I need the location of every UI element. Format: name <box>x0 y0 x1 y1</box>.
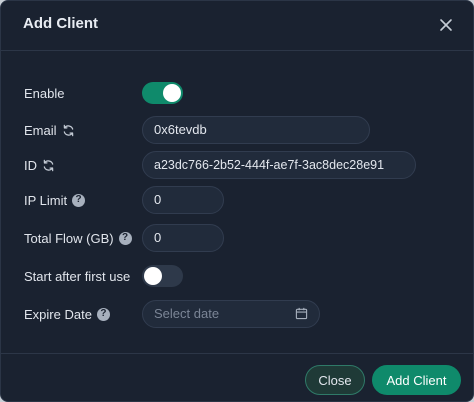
start-after-first-use-label: Start after first use <box>24 266 130 286</box>
calendar-icon <box>295 307 308 320</box>
ip-limit-label-text: IP Limit <box>24 192 68 208</box>
ip-limit-label: IP Limit ? <box>24 190 86 210</box>
expire-date-label: Expire Date ? <box>24 304 110 324</box>
ip-limit-input[interactable]: 0 <box>142 186 224 214</box>
id-label-text: ID <box>24 157 37 173</box>
close-button[interactable]: Close <box>305 365 365 395</box>
question-circle-icon[interactable]: ? <box>72 193 86 207</box>
sync-icon[interactable] <box>62 124 75 137</box>
expire-date-placeholder: Select date <box>154 306 220 321</box>
total-flow-label: Total Flow (GB) ? <box>24 228 132 248</box>
total-flow-label-text: Total Flow (GB) <box>24 230 114 246</box>
start-after-first-use-label-text: Start after first use <box>24 268 131 284</box>
total-flow-input[interactable]: 0 <box>142 224 224 252</box>
expire-date-label-text: Expire Date <box>24 306 92 322</box>
toggle-knob <box>163 84 181 102</box>
question-circle-icon[interactable]: ? <box>118 231 132 245</box>
close-icon[interactable] <box>435 14 457 36</box>
enable-toggle[interactable] <box>142 82 183 104</box>
dialog-header: Add Client <box>1 1 473 51</box>
question-circle-icon[interactable]: ? <box>96 307 110 321</box>
add-client-dialog: Add Client Enable Email 0x6tevdb ID a23d <box>0 0 474 402</box>
id-input[interactable]: a23dc766-2b52-444f-ae7f-3ac8dec28e91 <box>142 151 416 179</box>
enable-label-text: Enable <box>24 85 65 101</box>
email-label: Email <box>24 120 75 140</box>
email-label-text: Email <box>24 122 57 138</box>
add-client-button[interactable]: Add Client <box>372 365 461 395</box>
id-label: ID <box>24 155 55 175</box>
email-input[interactable]: 0x6tevdb <box>142 116 370 144</box>
enable-label: Enable <box>24 83 64 103</box>
start-after-first-use-toggle[interactable] <box>142 265 183 287</box>
toggle-knob <box>144 267 162 285</box>
dialog-footer: Close Add Client <box>1 353 473 401</box>
expire-date-picker[interactable]: Select date <box>142 300 320 328</box>
dialog-title: Add Client <box>23 15 98 32</box>
sync-icon[interactable] <box>42 159 55 172</box>
